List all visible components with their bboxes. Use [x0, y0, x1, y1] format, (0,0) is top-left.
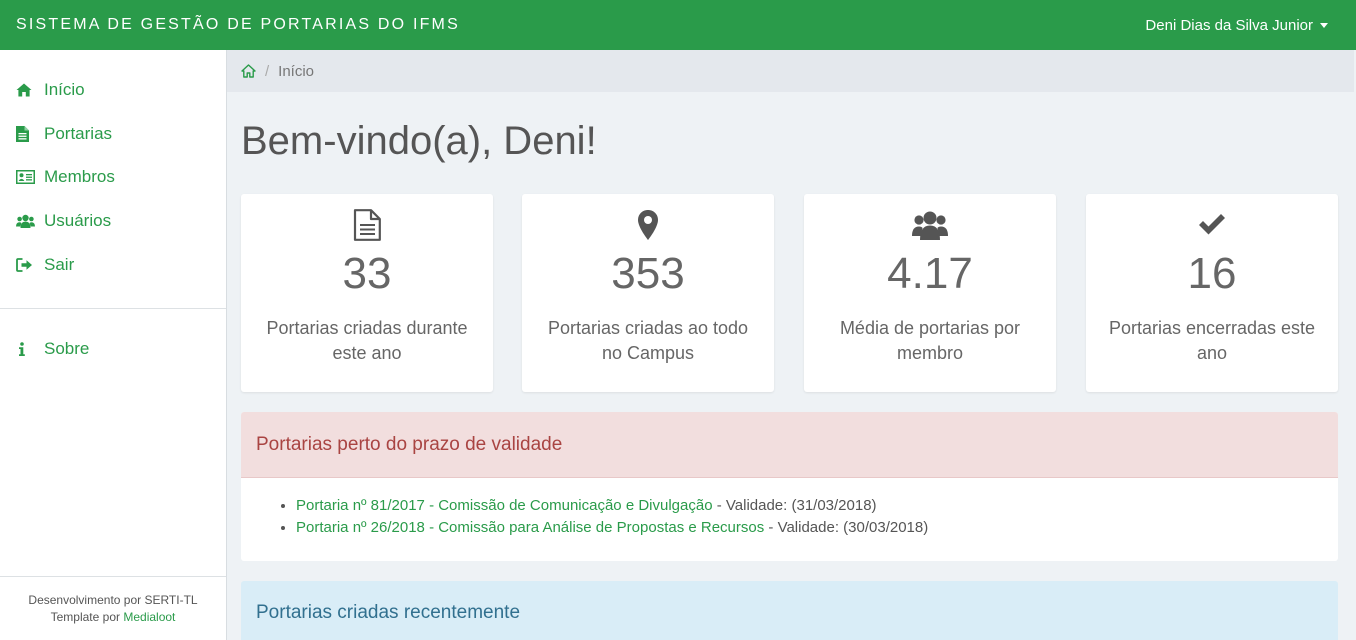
map-marker-icon: [522, 208, 774, 242]
template-credit-prefix: Template por: [50, 610, 120, 624]
sidebar: Início Portarias Membros Usuários Sair S…: [0, 50, 227, 640]
panel-heading: Portarias criadas recentemente: [256, 602, 521, 623]
top-navbar: SISTEMA DE GESTÃO DE PORTARIAS DO IFMS D…: [0, 0, 1356, 50]
stat-label: Portarias encerradas este ano: [1108, 318, 1316, 363]
sidebar-item-usuarios[interactable]: Usuários: [16, 211, 111, 231]
document-icon: [16, 125, 44, 143]
stat-card-encerradas: 16 Portarias encerradas este ano: [1086, 194, 1338, 392]
stat-label: Portarias criadas durante este ano: [266, 318, 468, 363]
stat-value: 4.17: [887, 249, 973, 298]
portaria-link[interactable]: Portaria nº 26/2018 - Comissão para Anál…: [296, 519, 764, 536]
user-menu-dropdown[interactable]: Deni Dias da Silva Junior: [1145, 17, 1328, 34]
sidebar-item-portarias[interactable]: Portarias: [16, 124, 112, 144]
list-item: Portaria nº 81/2017 - Comissão de Comuni…: [296, 495, 1338, 517]
home-icon: [16, 81, 44, 99]
info-icon: [16, 340, 44, 358]
breadcrumb: / Início: [227, 50, 1354, 92]
users-icon: [804, 208, 1056, 242]
users-icon: [16, 212, 44, 230]
id-card-icon: [16, 168, 44, 186]
home-icon: [241, 64, 256, 78]
stat-value: 16: [1187, 249, 1237, 298]
stat-value: 33: [342, 249, 392, 298]
sign-out-icon: [16, 256, 44, 274]
check-icon: [1086, 208, 1338, 242]
medialoot-link[interactable]: Medialoot: [123, 610, 175, 624]
list-item: Portaria nº 26/2018 - Comissão para Anál…: [296, 517, 1338, 539]
sidebar-item-membros[interactable]: Membros: [16, 167, 115, 187]
sidebar-footer: Desenvolvimento por SERTI-TL Template po…: [0, 576, 226, 640]
validade-text: - Validade: (31/03/2018): [716, 497, 877, 514]
sidebar-item-label: Portarias: [44, 124, 113, 143]
template-credit: Template por Medialoot: [0, 609, 226, 626]
stat-label: Portarias criadas ao todo no Campus: [547, 318, 749, 363]
expiring-portarias-panel: Portarias perto do prazo de validade Por…: [241, 412, 1338, 561]
stat-card-media-membro: 4.17 Média de portarias por membro: [804, 194, 1056, 392]
stat-card-portarias-campus: 353 Portarias criadas ao todo no Campus: [522, 194, 774, 392]
sidebar-divider: [0, 308, 226, 309]
page-title: Bem-vindo(a), Deni!: [241, 119, 597, 163]
sidebar-item-label: Início: [44, 80, 85, 99]
expiring-list: Portaria nº 81/2017 - Comissão de Comuni…: [296, 495, 1338, 539]
validade-text: - Validade: (30/03/2018): [768, 519, 929, 536]
panel-heading: Portarias perto do prazo de validade: [241, 412, 1338, 478]
stat-card-portarias-ano: 33 Portarias criadas durante este ano: [241, 194, 493, 392]
breadcrumb-current: Início: [278, 62, 315, 80]
sidebar-item-inicio[interactable]: Início: [16, 80, 85, 100]
caret-down-icon: [1320, 23, 1328, 28]
stat-value: 353: [611, 249, 685, 298]
stat-label: Média de portarias por membro: [839, 318, 1021, 363]
sidebar-item-label: Membros: [44, 167, 115, 186]
sidebar-item-label: Sair: [44, 255, 75, 274]
breadcrumb-separator: /: [265, 62, 270, 80]
document-outline-icon: [241, 208, 493, 242]
app-title[interactable]: SISTEMA DE GESTÃO DE PORTARIAS DO IFMS: [16, 16, 460, 34]
sidebar-item-label: Usuários: [44, 211, 112, 230]
sidebar-item-label: Sobre: [44, 339, 90, 358]
sidebar-item-sair[interactable]: Sair: [16, 255, 74, 275]
portaria-link[interactable]: Portaria nº 81/2017 - Comissão de Comuni…: [296, 497, 713, 514]
developer-credit: Desenvolvimento por SERTI-TL: [28, 593, 198, 607]
user-name: Deni Dias da Silva Junior: [1145, 17, 1313, 34]
breadcrumb-home-link[interactable]: [241, 64, 256, 78]
sidebar-item-sobre[interactable]: Sobre: [16, 339, 89, 359]
recent-portarias-panel: Portarias criadas recentemente: [241, 581, 1338, 640]
